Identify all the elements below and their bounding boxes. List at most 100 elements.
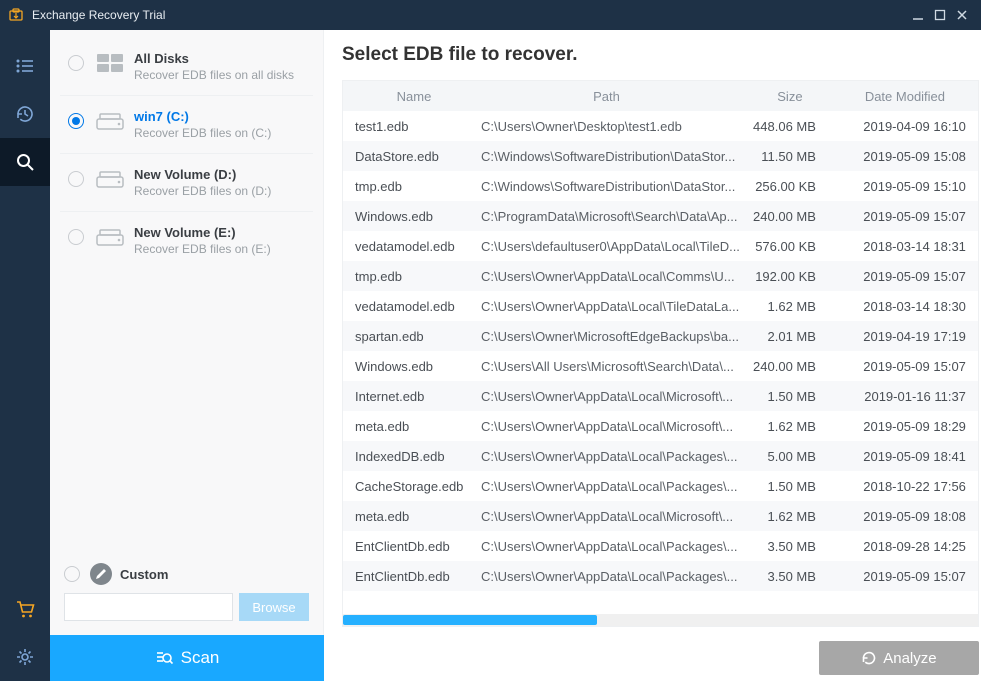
custom-path-input[interactable] — [64, 593, 233, 621]
table-body[interactable]: test1.edbC:\Users\Owner\Desktop\test1.ed… — [343, 111, 978, 614]
rail-history-button[interactable] — [0, 90, 50, 138]
cell-name: Internet.edb — [343, 389, 473, 404]
cell-date: 2019-05-09 18:41 — [840, 449, 978, 464]
cell-path: C:\Users\Owner\AppData\Local\Packages\..… — [473, 479, 740, 494]
table-row[interactable]: DataStore.edbC:\Windows\SoftwareDistribu… — [343, 141, 978, 171]
drive-radio[interactable] — [68, 171, 84, 187]
drive-icon — [96, 169, 124, 193]
maximize-button[interactable] — [929, 4, 951, 26]
cell-name: tmp.edb — [343, 269, 473, 284]
cell-date: 2019-05-09 15:07 — [840, 569, 978, 584]
cell-size: 3.50 MB — [740, 539, 840, 554]
drive-subtitle: Recover EDB files on (C:) — [134, 126, 271, 140]
cell-name: meta.edb — [343, 509, 473, 524]
cell-date: 2018-09-28 14:25 — [840, 539, 978, 554]
cell-date: 2018-03-14 18:31 — [840, 239, 978, 254]
file-pane: Select EDB file to recover. Name Path Si… — [324, 30, 981, 635]
horizontal-scroll-thumb[interactable] — [343, 615, 597, 625]
table-row[interactable]: Internet.edbC:\Users\Owner\AppData\Local… — [343, 381, 978, 411]
browse-button[interactable]: Browse — [239, 593, 309, 621]
analyze-label: Analyze — [883, 650, 936, 667]
table-row[interactable]: Windows.edbC:\ProgramData\Microsoft\Sear… — [343, 201, 978, 231]
table-header: Name Path Size Date Modified — [343, 81, 978, 111]
drive-title: All Disks — [134, 51, 294, 66]
rail-list-button[interactable] — [0, 42, 50, 90]
drive-subtitle: Recover EDB files on all disks — [134, 68, 294, 82]
table-row[interactable]: vedatamodel.edbC:\Users\Owner\AppData\Lo… — [343, 291, 978, 321]
rail-cart-button[interactable] — [0, 585, 50, 633]
drive-icon — [96, 111, 124, 135]
cell-size: 3.50 MB — [740, 569, 840, 584]
scan-icon — [155, 649, 173, 667]
cell-size: 192.00 KB — [740, 269, 840, 284]
table-row[interactable]: Windows.edbC:\Users\All Users\Microsoft\… — [343, 351, 978, 381]
col-header-name[interactable]: Name — [343, 89, 473, 104]
window-title: Exchange Recovery Trial — [32, 8, 165, 22]
page-title: Select EDB file to recover. — [342, 44, 979, 66]
pencil-icon — [90, 563, 112, 585]
drive-item[interactable]: New Volume (E:)Recover EDB files on (E:) — [60, 212, 313, 269]
table-row[interactable]: meta.edbC:\Users\Owner\AppData\Local\Mic… — [343, 501, 978, 531]
cell-name: vedatamodel.edb — [343, 239, 473, 254]
cell-path: C:\Windows\SoftwareDistribution\DataStor… — [473, 149, 740, 164]
cell-path: C:\Users\Owner\Desktop\test1.edb — [473, 119, 740, 134]
col-header-date[interactable]: Date Modified — [840, 89, 978, 104]
table-row[interactable]: tmp.edbC:\Windows\SoftwareDistribution\D… — [343, 171, 978, 201]
close-button[interactable] — [951, 4, 973, 26]
table-row[interactable]: IndexedDB.edbC:\Users\Owner\AppData\Loca… — [343, 441, 978, 471]
cell-date: 2019-05-09 18:29 — [840, 419, 978, 434]
table-row[interactable]: vedatamodel.edbC:\Users\defaultuser0\App… — [343, 231, 978, 261]
cell-name: spartan.edb — [343, 329, 473, 344]
rail-settings-button[interactable] — [0, 633, 50, 681]
cell-path: C:\Windows\SoftwareDistribution\DataStor… — [473, 179, 740, 194]
cell-date: 2018-10-22 17:56 — [840, 479, 978, 494]
table-row[interactable]: spartan.edbC:\Users\Owner\MicrosoftEdgeB… — [343, 321, 978, 351]
cell-path: C:\Users\Owner\AppData\Local\Packages\..… — [473, 539, 740, 554]
horizontal-scrollbar[interactable] — [343, 614, 978, 626]
drive-pane: All Disks Recover EDB files on all disks w… — [50, 30, 324, 635]
drive-radio[interactable] — [68, 113, 84, 129]
drive-radio[interactable] — [68, 55, 84, 71]
cell-name: IndexedDB.edb — [343, 449, 473, 464]
minimize-button[interactable] — [907, 4, 929, 26]
table-row[interactable]: test1.edbC:\Users\Owner\Desktop\test1.ed… — [343, 111, 978, 141]
col-header-path[interactable]: Path — [473, 89, 740, 104]
table-row[interactable]: EntClientDb.edbC:\Users\Owner\AppData\Lo… — [343, 561, 978, 591]
cell-path: C:\Users\All Users\Microsoft\Search\Data… — [473, 359, 740, 374]
cell-date: 2019-05-09 15:10 — [840, 179, 978, 194]
cell-size: 11.50 MB — [740, 149, 840, 164]
scan-button[interactable]: Scan — [50, 635, 324, 681]
cell-date: 2019-04-09 16:10 — [840, 119, 978, 134]
cell-size: 240.00 MB — [740, 359, 840, 374]
drive-item[interactable]: New Volume (D:)Recover EDB files on (D:) — [60, 154, 313, 212]
table-row[interactable]: tmp.edbC:\Users\Owner\AppData\Local\Comm… — [343, 261, 978, 291]
cell-size: 1.62 MB — [740, 419, 840, 434]
col-header-size[interactable]: Size — [740, 89, 840, 104]
list-icon — [15, 58, 35, 74]
drive-item[interactable]: All Disks Recover EDB files on all disks — [60, 38, 313, 96]
cell-path: C:\ProgramData\Microsoft\Search\Data\Ap.… — [473, 209, 740, 224]
cell-name: DataStore.edb — [343, 149, 473, 164]
nav-rail — [0, 30, 50, 681]
cell-date: 2019-05-09 15:07 — [840, 209, 978, 224]
table-row[interactable]: EntClientDb.edbC:\Users\Owner\AppData\Lo… — [343, 531, 978, 561]
custom-radio[interactable] — [64, 566, 80, 582]
cell-path: C:\Users\Owner\AppData\Local\TileDataLa.… — [473, 299, 740, 314]
cart-icon — [15, 599, 35, 619]
cell-path: C:\Users\Owner\AppData\Local\Comms\U... — [473, 269, 740, 284]
drive-radio[interactable] — [68, 229, 84, 245]
table-row[interactable]: meta.edbC:\Users\Owner\AppData\Local\Mic… — [343, 411, 978, 441]
cell-size: 1.62 MB — [740, 299, 840, 314]
cell-size: 1.50 MB — [740, 389, 840, 404]
cell-size: 256.00 KB — [740, 179, 840, 194]
rail-search-button[interactable] — [0, 138, 50, 186]
cell-path: C:\Users\defaultuser0\AppData\Local\Tile… — [473, 239, 740, 254]
drive-item[interactable]: win7 (C:) Recover EDB files on (C:) — [60, 96, 313, 154]
cell-size: 5.00 MB — [740, 449, 840, 464]
analyze-button[interactable]: Analyze — [819, 641, 979, 675]
cell-size: 2.01 MB — [740, 329, 840, 344]
drive-icon — [96, 227, 124, 251]
drive-title: win7 (C:) — [134, 109, 271, 124]
cell-name: test1.edb — [343, 119, 473, 134]
table-row[interactable]: CacheStorage.edbC:\Users\Owner\AppData\L… — [343, 471, 978, 501]
